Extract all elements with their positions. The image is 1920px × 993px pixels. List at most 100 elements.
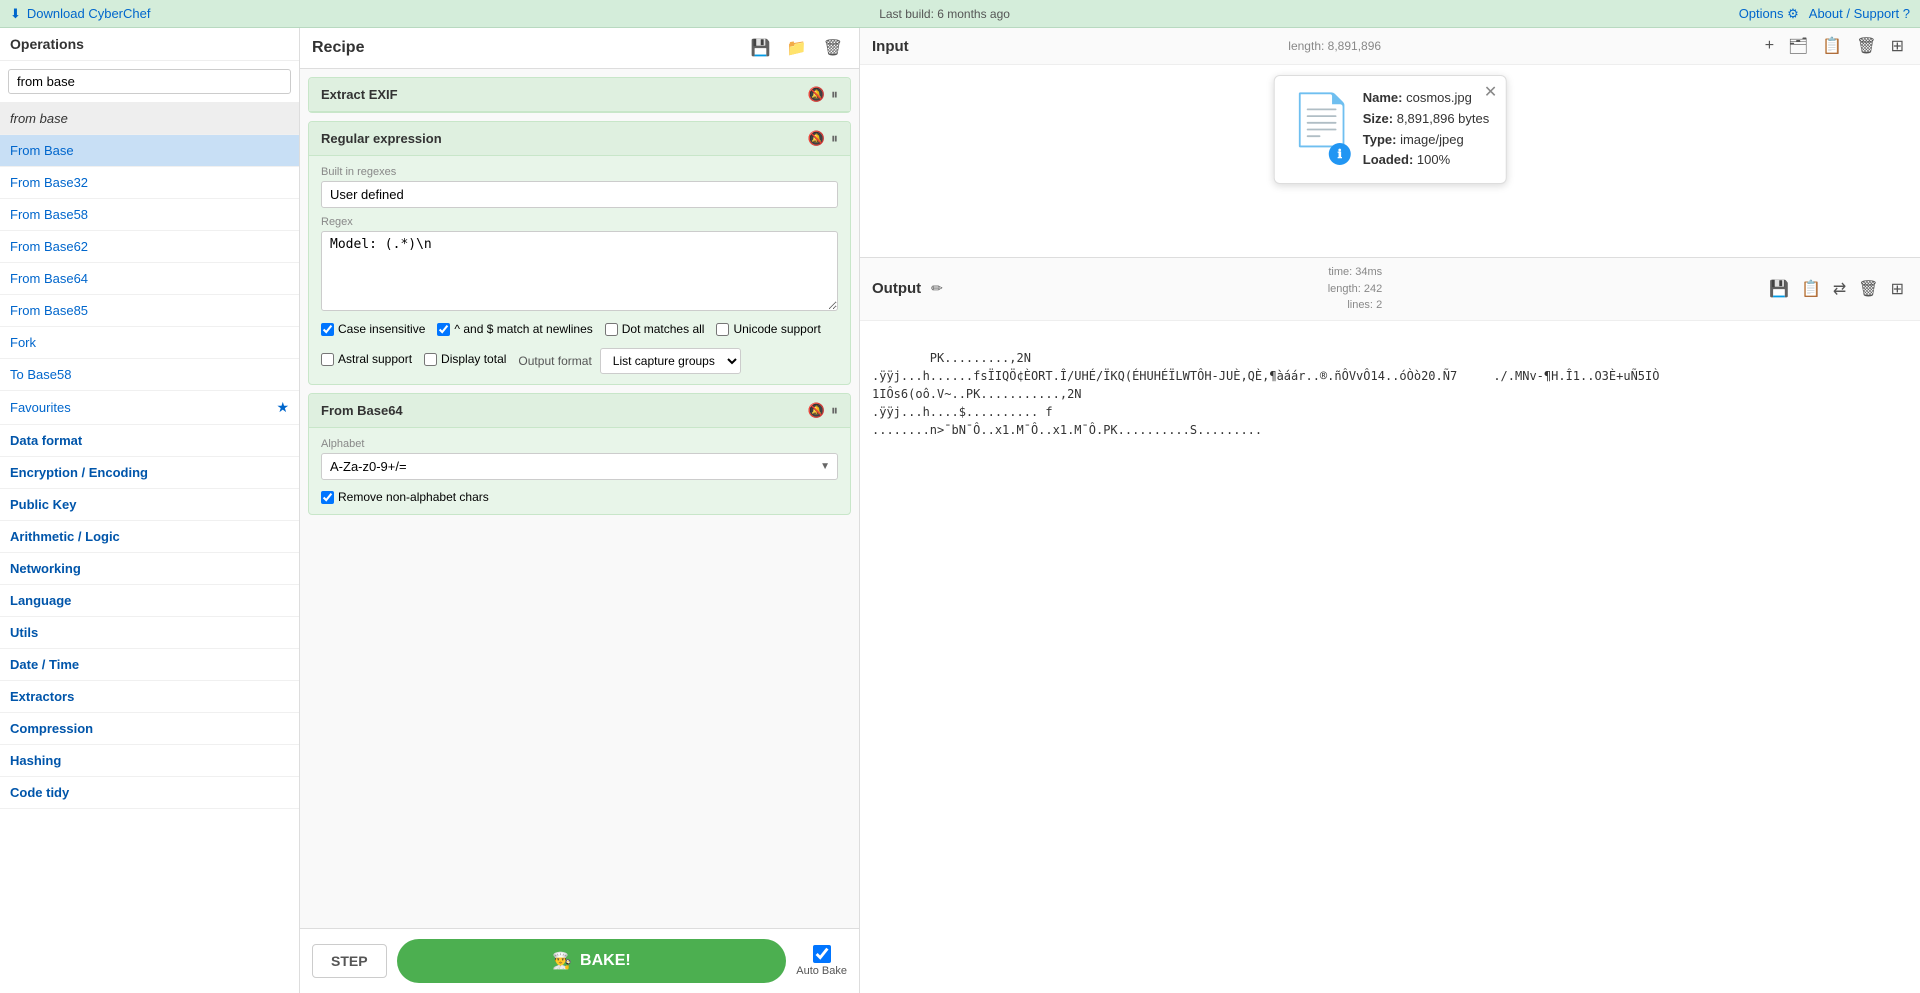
sidebar-item-compression[interactable]: Compression bbox=[0, 713, 299, 745]
auto-bake-checkbox[interactable] bbox=[813, 945, 831, 963]
extract-exif-disable-button[interactable]: 🔕 bbox=[808, 86, 825, 103]
open-folder-button[interactable]: 📁 bbox=[783, 36, 811, 60]
paste-input-button[interactable]: 📋 bbox=[1818, 34, 1846, 58]
copy-output-button[interactable]: 📋 bbox=[1797, 277, 1825, 301]
file-info-popup: 📄 ℹ Name: cosmos.jpg Size: 8,891,896 byt… bbox=[1274, 75, 1507, 184]
file-loaded-row: Loaded: 100% bbox=[1363, 150, 1490, 171]
sidebar-item-language[interactable]: Language bbox=[0, 585, 299, 617]
built-in-regexes-input[interactable] bbox=[321, 181, 838, 208]
output-format-row: Output format List capture groups Highli… bbox=[518, 348, 740, 374]
main-layout: Operations from base From Base From Base… bbox=[0, 28, 1920, 993]
sidebar-item-from-base58[interactable]: From Base58 bbox=[0, 199, 299, 231]
regex-disable-button[interactable]: 🔕 bbox=[808, 130, 825, 147]
switch-output-button[interactable]: ⇄ bbox=[1829, 277, 1850, 301]
recipe-content: Extract EXIF 🔕 ⏸ Regular expression 🔕 ⏸ bbox=[300, 69, 859, 928]
extract-exif-pause-button[interactable]: ⏸ bbox=[831, 86, 838, 103]
sidebar-item-encryption-encoding[interactable]: Encryption / Encoding bbox=[0, 457, 299, 489]
sidebar-item-data-format[interactable]: Data format bbox=[0, 425, 299, 457]
bake-chef-icon: 👨‍🍳 bbox=[552, 951, 572, 971]
display-total-checkbox[interactable]: Display total bbox=[424, 352, 506, 366]
file-loaded-value: 100% bbox=[1417, 152, 1450, 167]
topbar-right: Options ⚙ About / Support ? bbox=[1739, 6, 1910, 22]
multiline-checkbox[interactable]: ^ and $ match at newlines bbox=[437, 322, 592, 336]
input-body: 📄 ℹ Name: cosmos.jpg Size: 8,891,896 byt… bbox=[860, 65, 1920, 257]
clear-input-button[interactable]: 🗑 bbox=[1852, 34, 1880, 58]
output-format-label: Output format bbox=[518, 354, 591, 368]
sidebar-item-from-base-search[interactable]: from base bbox=[0, 103, 299, 135]
from-base64-body: Alphabet A-Za-z0-9+/= ▼ Remove non-alpha… bbox=[309, 428, 850, 514]
file-icon-wrap: 📄 ℹ bbox=[1291, 95, 1351, 165]
unicode-support-checkbox[interactable]: Unicode support bbox=[716, 322, 820, 336]
output-length-label: length: bbox=[1328, 283, 1361, 295]
download-link[interactable]: ⬇ Download CyberChef bbox=[10, 6, 150, 22]
output-section: Output ✏ time: 34ms length: 242 lines: 2 bbox=[860, 258, 1920, 993]
sidebar-item-date-time[interactable]: Date / Time bbox=[0, 649, 299, 681]
file-name-label: Name: bbox=[1363, 90, 1406, 105]
grid-input-button[interactable]: ⊞ bbox=[1887, 34, 1908, 58]
sidebar-item-from-base85[interactable]: From Base85 bbox=[0, 295, 299, 327]
recipe-toolbar: 💾 📁 🗑 bbox=[747, 36, 847, 60]
open-input-button[interactable]: 🗂 bbox=[1784, 34, 1812, 58]
recipe-panel: Recipe 💾 📁 🗑 Extract EXIF 🔕 ⏸ bbox=[300, 28, 860, 993]
sidebar-item-extractors[interactable]: Extractors bbox=[0, 681, 299, 713]
from-base64-pause-button[interactable]: ⏸ bbox=[831, 402, 838, 419]
input-title: Input bbox=[872, 38, 909, 55]
regex-pause-button[interactable]: ⏸ bbox=[831, 130, 838, 147]
output-lines-label: lines: bbox=[1347, 299, 1373, 311]
sidebar-item-fork[interactable]: Fork bbox=[0, 327, 299, 359]
file-popup-close-button[interactable]: ✕ bbox=[1484, 82, 1497, 102]
recipe-header: Recipe 💾 📁 🗑 bbox=[300, 28, 859, 69]
options-link[interactable]: Options ⚙ bbox=[1739, 6, 1799, 22]
remove-non-alphabet-checkbox[interactable]: Remove non-alphabet chars bbox=[321, 490, 838, 504]
output-edit-button[interactable]: ✏ bbox=[929, 278, 945, 299]
sidebar-item-to-base58[interactable]: To Base58 bbox=[0, 359, 299, 391]
dot-matches-all-checkbox[interactable]: Dot matches all bbox=[605, 322, 705, 336]
extract-exif-header: Extract EXIF 🔕 ⏸ bbox=[309, 78, 850, 112]
from-base64-disable-button[interactable]: 🔕 bbox=[808, 402, 825, 419]
output-title: Output bbox=[872, 280, 921, 297]
sidebar-item-favourites[interactable]: Favourites ★ bbox=[0, 391, 299, 425]
built-in-regexes-label: Built in regexes bbox=[321, 166, 838, 178]
sidebar-item-from-base62[interactable]: From Base62 bbox=[0, 231, 299, 263]
sidebar-item-networking[interactable]: Networking bbox=[0, 553, 299, 585]
bake-bar: STEP 👨‍🍳 BAKE! Auto Bake bbox=[300, 928, 859, 993]
input-header: Input length: 8,891,896 + 🗂 📋 🗑 ⊞ bbox=[860, 28, 1920, 65]
save-recipe-button[interactable]: 💾 bbox=[747, 36, 775, 60]
clear-recipe-button[interactable]: 🗑 bbox=[819, 36, 847, 60]
file-size-value: 8,891,896 bytes bbox=[1397, 111, 1490, 126]
sidebar-search-area bbox=[0, 61, 299, 103]
sidebar-item-from-base[interactable]: From Base bbox=[0, 135, 299, 167]
sidebar-item-public-key[interactable]: Public Key bbox=[0, 489, 299, 521]
help-icon: ? bbox=[1903, 6, 1910, 21]
clear-output-button[interactable]: 🗑 bbox=[1854, 277, 1882, 301]
astral-support-checkbox[interactable]: Astral support bbox=[321, 352, 412, 366]
sidebar-item-arithmetic-logic[interactable]: Arithmetic / Logic bbox=[0, 521, 299, 553]
file-info-text: Name: cosmos.jpg Size: 8,891,896 bytes T… bbox=[1363, 88, 1490, 171]
output-lines-value: 2 bbox=[1376, 299, 1382, 311]
output-length-value: 242 bbox=[1364, 283, 1382, 295]
sidebar-item-from-base64[interactable]: From Base64 bbox=[0, 263, 299, 295]
regex-label: Regex bbox=[321, 216, 838, 228]
input-meta: length: 8,891,896 bbox=[1288, 39, 1381, 53]
sidebar-item-from-base32[interactable]: From Base32 bbox=[0, 167, 299, 199]
file-doc-icon: 📄 bbox=[1291, 92, 1353, 148]
file-info-badge: ℹ bbox=[1329, 143, 1351, 165]
sidebar-item-utils[interactable]: Utils bbox=[0, 617, 299, 649]
case-insensitive-checkbox[interactable]: Case insensitive bbox=[321, 322, 425, 336]
expand-output-button[interactable]: ⊞ bbox=[1887, 277, 1908, 301]
output-format-select[interactable]: List capture groups Highlight matches Li… bbox=[600, 348, 741, 374]
step-button[interactable]: STEP bbox=[312, 944, 387, 978]
output-header: Output ✏ time: 34ms length: 242 lines: 2 bbox=[860, 258, 1920, 321]
save-output-button[interactable]: 💾 bbox=[1765, 277, 1793, 301]
regex-textarea[interactable]: Model: (.*)\n bbox=[321, 231, 838, 311]
download-icon: ⬇ bbox=[10, 6, 21, 22]
about-link[interactable]: About / Support ? bbox=[1809, 6, 1910, 21]
sidebar-item-code-tidy[interactable]: Code tidy bbox=[0, 777, 299, 809]
bake-button[interactable]: 👨‍🍳 BAKE! bbox=[397, 939, 787, 983]
alphabet-select[interactable]: A-Za-z0-9+/= bbox=[321, 453, 838, 480]
sidebar-item-hashing[interactable]: Hashing bbox=[0, 745, 299, 777]
from-base64-header: From Base64 🔕 ⏸ bbox=[309, 394, 850, 428]
add-input-button[interactable]: + bbox=[1761, 35, 1778, 57]
search-input[interactable] bbox=[8, 69, 291, 94]
file-size-label: Size: bbox=[1363, 111, 1397, 126]
